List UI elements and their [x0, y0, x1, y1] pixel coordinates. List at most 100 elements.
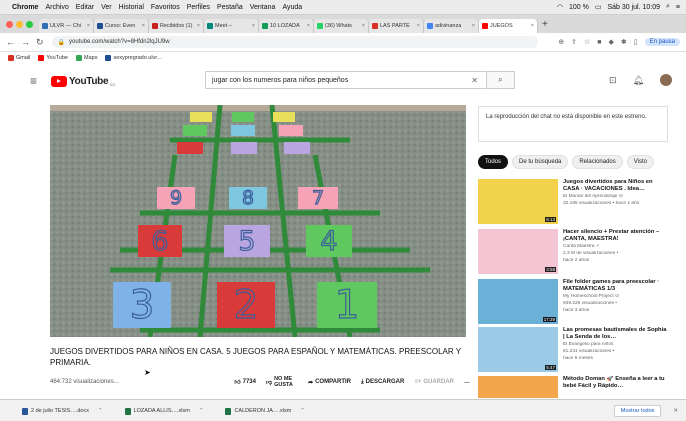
search-button[interactable]: ⌕	[487, 71, 515, 89]
close-tab-icon[interactable]: ×	[87, 23, 90, 29]
close-tab-icon[interactable]: ×	[307, 23, 310, 29]
filter-chip[interactable]: Todos	[478, 155, 509, 169]
share-icon[interactable]: ⇪	[571, 38, 577, 46]
download-item[interactable]: LOZADA ALLIS….xlsm ⌃	[124, 407, 204, 415]
recommended-video[interactable]: Método Doman 🚀 Enseña a leer a tu bebé F…	[478, 376, 668, 398]
forward-arrow-icon[interactable]: →	[21, 37, 30, 47]
channel-name[interactable]: El Evangelio para niños	[563, 342, 668, 348]
bookmark-youtube[interactable]: YouTube	[38, 55, 68, 61]
recommended-video[interactable]: 6:13 Juegos divertidos para Niños en CASA…	[478, 179, 668, 224]
menu-item[interactable]: Historial	[119, 4, 144, 11]
video-thumbnail[interactable]: 5:47	[478, 327, 558, 372]
close-tab-icon[interactable]: ×	[362, 23, 365, 29]
video-player[interactable]: 9 8 7 6 5 4 3 2 1	[50, 105, 466, 337]
battery-icon[interactable]: ▭	[595, 3, 602, 11]
close-tab-icon[interactable]: ×	[197, 23, 200, 29]
create-video-icon[interactable]: ⊡	[609, 75, 617, 86]
clock-label[interactable]: Sáb 30 jul. 10:09	[607, 4, 660, 11]
video-thumbnail[interactable]: 3:58	[478, 229, 558, 274]
profile-paused-button[interactable]: En pausa	[644, 38, 680, 46]
bookmark-maps[interactable]: Maps	[76, 55, 97, 61]
recommended-video[interactable]: 17:29 File folder games para preescolar ·…	[478, 279, 668, 324]
recommended-video-title[interactable]: File folder games para preescolar · MATE…	[563, 279, 668, 293]
browser-tab[interactable]: LAS PARTE ×	[369, 18, 424, 33]
menu-app-name[interactable]: Chrome	[12, 4, 38, 11]
youtube-logo[interactable]: YouTube EC	[51, 75, 116, 87]
close-tab-icon[interactable]: ×	[472, 23, 475, 29]
browser-tab[interactable]: JUEGOS ×	[479, 18, 538, 33]
menu-item[interactable]: Pestaña	[217, 4, 243, 11]
puzzle-icon[interactable]: ✱	[621, 38, 627, 46]
search-input[interactable]: jugar con los numeros para niños pequeño…	[205, 71, 487, 89]
more-actions-button[interactable]: …	[464, 379, 470, 385]
bookmark-gmail[interactable]: Gmail	[8, 55, 30, 61]
download-item[interactable]: CALDERON JA….xlsm ⌃	[225, 407, 305, 415]
close-tab-icon[interactable]: ×	[531, 23, 534, 29]
chevron-up-icon[interactable]: ⌃	[300, 408, 305, 414]
close-downloads-bar-icon[interactable]: ✕	[673, 408, 678, 414]
menu-item[interactable]: Ver	[101, 4, 112, 11]
close-tab-icon[interactable]: ×	[142, 23, 145, 29]
menu-item[interactable]: Perfiles	[187, 4, 210, 11]
download-item[interactable]: 2 de julio TESIS….docx ⌃	[22, 407, 103, 415]
menu-item[interactable]: Ayuda	[282, 4, 302, 11]
browser-tab[interactable]: (36) Whats ×	[314, 18, 369, 33]
battery-label[interactable]: 100 %	[569, 4, 589, 11]
hamburger-menu-icon[interactable]: ≡	[30, 74, 37, 88]
video-thumbnail[interactable]	[478, 376, 558, 398]
recommended-video-title[interactable]: Hacer silencio + Prestar atención – ¡CAN…	[563, 229, 668, 243]
menu-item[interactable]: Favoritos	[151, 4, 180, 11]
browser-tab[interactable]: Curso: Even ×	[94, 18, 149, 33]
maximize-window-button[interactable]	[26, 20, 33, 28]
download-button[interactable]: ⤓ DESCARGAR	[361, 379, 404, 386]
bookmark-star-icon[interactable]: ☆	[584, 38, 590, 46]
extension-icon[interactable]: ◆	[609, 38, 614, 46]
new-tab-plus-icon[interactable]: +	[542, 19, 548, 30]
recommended-video[interactable]: 3:58 Hacer silencio + Prestar atención – …	[478, 229, 668, 274]
minimize-window-button[interactable]	[16, 20, 23, 28]
filter-chip[interactable]: Visto	[626, 155, 654, 169]
chevron-up-icon[interactable]: ⌃	[199, 408, 204, 414]
menu-item[interactable]: Editar	[76, 4, 94, 11]
url-bar[interactable]: 🔒 youtube.com/watch?v=8Hfdn2lqJU9w	[51, 36, 538, 48]
channel-name[interactable]: My Homeschool Project ⊙	[563, 294, 668, 300]
control-center-icon[interactable]: ≡	[676, 4, 680, 11]
browser-tab[interactable]: Recibidos (1) ×	[149, 18, 204, 33]
recommended-video[interactable]: 5:47 Las promesas bautismales de Sophia |…	[478, 327, 668, 372]
show-all-downloads-button[interactable]: Mostrar todos	[613, 405, 662, 417]
video-thumbnail[interactable]: 17:29	[478, 279, 558, 324]
notifications-bell-icon[interactable]: 🔔︎	[633, 75, 644, 86]
menu-item[interactable]: Archivo	[45, 4, 68, 11]
recommended-video-title[interactable]: Método Doman 🚀 Enseña a leer a tu bebé F…	[563, 376, 668, 390]
wifi-icon[interactable]: ◠	[557, 3, 563, 11]
close-tab-icon[interactable]: ×	[417, 23, 420, 29]
spotlight-icon[interactable]: ⌕	[666, 3, 670, 11]
clear-search-icon[interactable]: ✕	[471, 76, 478, 85]
channel-name[interactable]: Canta Maestra ✓	[563, 244, 668, 250]
recommended-video-title[interactable]: Las promesas bautismales de Sophia | La …	[563, 327, 668, 341]
reload-icon[interactable]: ↻	[36, 37, 44, 48]
chevron-up-icon[interactable]: ⌃	[98, 408, 103, 414]
filter-chip[interactable]: Relacionados	[572, 155, 623, 169]
recommended-video-title[interactable]: Juegos divertidos para Niños en CASA · V…	[563, 179, 668, 193]
extension-icon[interactable]: ■	[597, 39, 601, 46]
browser-tab[interactable]: adivinanza ×	[424, 18, 479, 33]
browser-tab[interactable]: 10 LOZADA ×	[259, 18, 314, 33]
browser-tab[interactable]: Meet – ×	[204, 18, 259, 33]
install-icon[interactable]: ⊕	[558, 38, 564, 46]
share-button[interactable]: ➦ COMPARTIR	[308, 379, 351, 386]
bookmark-ulvr[interactable]: sexypregrado.ulvr…	[105, 55, 163, 61]
channel-name[interactable]: El Mundo del Aprendizaje ⊙	[563, 194, 668, 200]
video-thumbnail[interactable]: 6:13	[478, 179, 558, 224]
sidebar-icon[interactable]: ▯	[634, 38, 638, 46]
browser-tab[interactable]: ULVR — Chi ×	[39, 18, 94, 33]
back-arrow-icon[interactable]: ←	[6, 37, 15, 47]
avatar[interactable]	[660, 74, 672, 86]
save-button[interactable]: ≡+ GUARDAR	[414, 379, 454, 385]
like-button[interactable]: 👍︎ 7734	[234, 378, 256, 386]
view-count[interactable]: 464.732 visualizaciones…	[50, 379, 120, 385]
dislike-button[interactable]: 👎︎ NO ME GUSTA	[266, 376, 298, 388]
filter-chip[interactable]: De tu búsqueda	[512, 155, 569, 169]
close-window-button[interactable]	[6, 20, 13, 28]
menu-item[interactable]: Ventana	[250, 4, 276, 11]
